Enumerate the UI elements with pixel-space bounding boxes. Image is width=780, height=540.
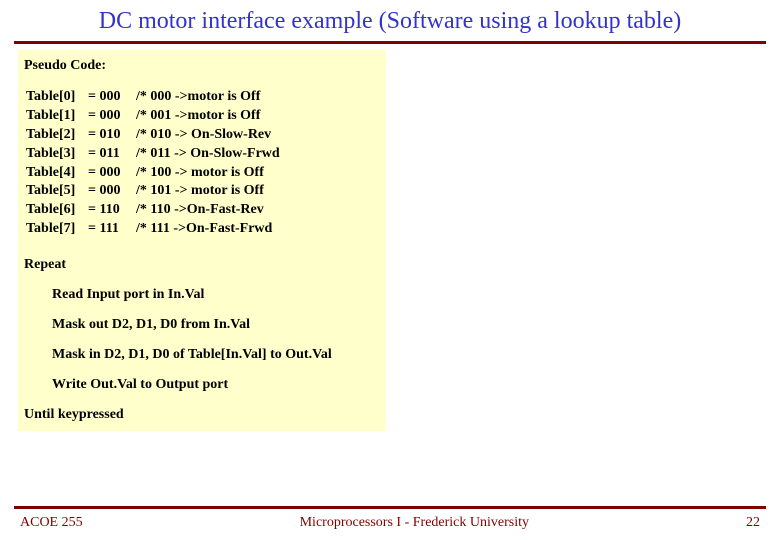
lookup-table-row: Table[4]= 000 /* 100 -> motor is Off (26, 164, 380, 183)
lookup-table-row: Table[6]= 110 /* 110 ->On-Fast-Rev (26, 201, 380, 220)
lookup-table-index: Table[7] (26, 220, 88, 239)
pseudocode-step: Mask in D2, D1, D0 of Table[In.Val] to O… (52, 347, 380, 363)
lookup-table-index: Table[2] (26, 126, 88, 145)
pseudocode-step: Mask out D2, D1, D0 from In.Val (52, 317, 380, 333)
lookup-table-comment: /* 010 -> On-Slow-Rev (136, 126, 271, 145)
slide-footer: ACOE 255 Microprocessors I - Frederick U… (0, 506, 780, 540)
until-label: Until keypressed (24, 407, 380, 423)
pseudocode-step: Read Input port in In.Val (52, 287, 380, 303)
lookup-table-row: Table[5]= 000 /* 101 -> motor is Off (26, 182, 380, 201)
lookup-table-row: Table[2]= 010/* 010 -> On-Slow-Rev (26, 126, 380, 145)
lookup-table-index: Table[4] (26, 164, 88, 183)
slide: DC motor interface example (Software usi… (0, 0, 780, 540)
lookup-table-value: = 011 (88, 145, 136, 164)
lookup-table-value: = 000 (88, 182, 136, 201)
lookup-table-row: Table[0]= 000/* 000 ->motor is Off (26, 88, 380, 107)
lookup-table-value: = 010 (88, 126, 136, 145)
lookup-table-comment: /* 000 ->motor is Off (136, 88, 260, 107)
footer-row: ACOE 255 Microprocessors I - Frederick U… (0, 515, 780, 531)
title-rule (14, 41, 766, 44)
lookup-table-comment: /* 100 -> motor is Off (136, 164, 264, 183)
lookup-table-comment: /* 110 ->On-Fast-Rev (136, 201, 264, 220)
pseudocode-box: Pseudo Code: Table[0]= 000/* 000 ->motor… (18, 50, 386, 431)
lookup-table-index: Table[0] (26, 88, 88, 107)
slide-title: DC motor interface example (Software usi… (0, 0, 780, 41)
repeat-label: Repeat (24, 257, 380, 273)
pseudocode-steps: Read Input port in In.Val Mask out D2, D1… (24, 287, 380, 393)
footer-rule (14, 506, 766, 509)
lookup-table-value: = 110 (88, 201, 136, 220)
lookup-table-comment: /* 101 -> motor is Off (136, 182, 264, 201)
lookup-table-row: Table[3]= 011/* 011 -> On-Slow-Frwd (26, 145, 380, 164)
lookup-table-row: Table[1]= 000/* 001 ->motor is Off (26, 107, 380, 126)
lookup-table-index: Table[5] (26, 182, 88, 201)
lookup-table-value: = 000 (88, 164, 136, 183)
footer-left: ACOE 255 (20, 515, 83, 531)
pseudocode-header: Pseudo Code: (24, 58, 380, 74)
lookup-table-value: = 000 (88, 107, 136, 126)
lookup-table-row: Table[7]= 111 /* 111 ->On-Fast-Frwd (26, 220, 380, 239)
lookup-table: Table[0]= 000/* 000 ->motor is OffTable[… (24, 88, 380, 239)
lookup-table-index: Table[1] (26, 107, 88, 126)
lookup-table-comment: /* 111 ->On-Fast-Frwd (136, 220, 272, 239)
footer-center: Microprocessors I - Frederick University (83, 515, 746, 531)
footer-page-number: 22 (746, 515, 760, 531)
lookup-table-index: Table[6] (26, 201, 88, 220)
pseudocode-step: Write Out.Val to Output port (52, 377, 380, 393)
lookup-table-value: = 000 (88, 88, 136, 107)
lookup-table-comment: /* 011 -> On-Slow-Frwd (136, 145, 280, 164)
lookup-table-index: Table[3] (26, 145, 88, 164)
lookup-table-comment: /* 001 ->motor is Off (136, 107, 260, 126)
lookup-table-value: = 111 (88, 220, 136, 239)
